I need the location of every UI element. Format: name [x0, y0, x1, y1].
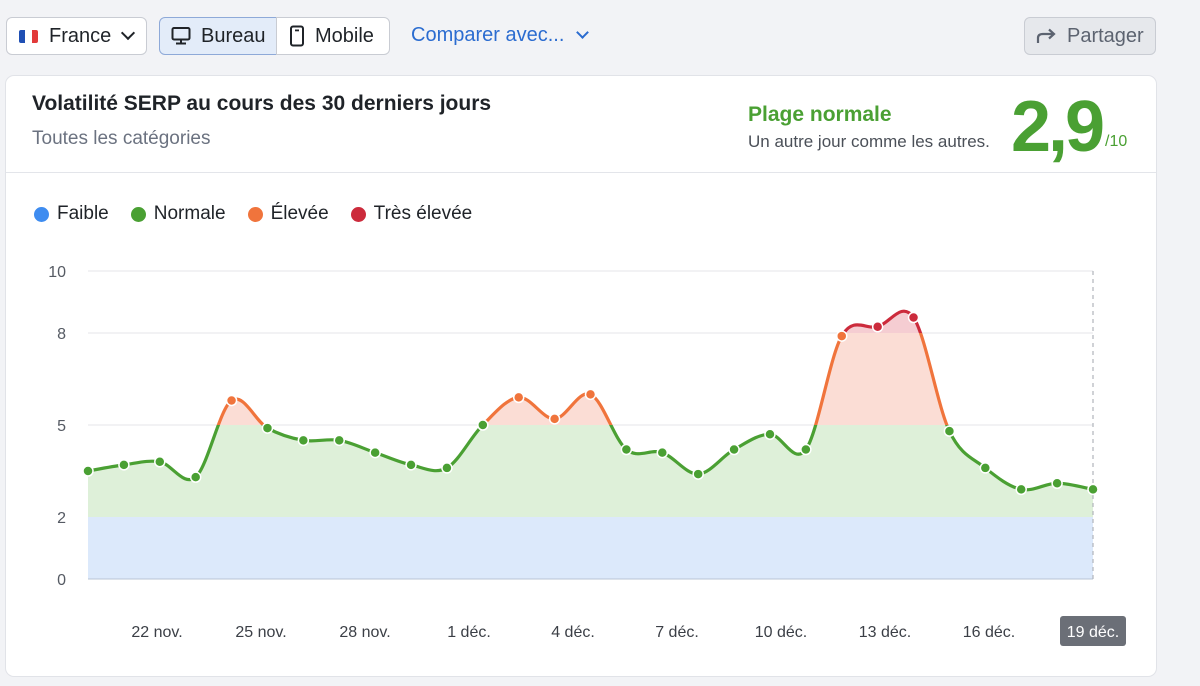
y-tick-label: 10	[48, 264, 66, 281]
data-point	[620, 443, 633, 456]
data-point	[907, 311, 920, 324]
x-tick-label: 22 nov.	[131, 624, 182, 641]
x-tick-label: 25 nov.	[235, 624, 286, 641]
data-point	[118, 459, 130, 471]
x-tick-label: 19 déc.	[1067, 624, 1119, 641]
data-point	[871, 321, 884, 333]
y-tick-label: 0	[57, 572, 66, 589]
data-point	[764, 428, 776, 440]
data-point	[656, 446, 669, 459]
x-tick-label: 7 déc.	[655, 624, 699, 641]
data-point	[154, 456, 166, 468]
x-tick-label: 4 déc.	[551, 624, 595, 641]
data-point	[1051, 477, 1063, 490]
data-point	[1087, 483, 1099, 496]
data-point	[82, 465, 94, 477]
data-point	[477, 419, 489, 431]
data-point	[512, 391, 525, 404]
data-point	[584, 388, 597, 401]
y-tick-label: 2	[57, 510, 66, 527]
data-point	[979, 462, 992, 474]
data-point	[441, 462, 453, 474]
data-point	[1015, 483, 1027, 496]
x-tick-label: 28 nov.	[339, 624, 390, 641]
data-point	[800, 443, 812, 456]
data-point	[225, 394, 238, 407]
x-tick-label: 1 déc.	[447, 624, 491, 641]
y-tick-label: 8	[57, 326, 66, 343]
data-point	[728, 443, 740, 456]
data-point	[692, 468, 704, 480]
y-tick-label: 5	[57, 418, 66, 435]
volatility-chart: 0 2 5 8 10 22 nov. 25 nov. 28 nov. 1 déc. 4 déc. 7…	[48, 264, 1126, 646]
data-point	[189, 471, 202, 483]
data-point	[943, 425, 956, 437]
data-point	[548, 413, 561, 425]
x-tick-label: 16 déc.	[963, 624, 1015, 641]
data-point	[405, 459, 417, 471]
data-point	[836, 330, 848, 342]
data-point	[261, 422, 274, 434]
data-point	[297, 434, 310, 447]
x-tick-label: 10 déc.	[755, 624, 807, 641]
data-point	[333, 434, 345, 447]
x-tick-label: 13 déc.	[859, 624, 911, 641]
data-point	[369, 446, 381, 459]
